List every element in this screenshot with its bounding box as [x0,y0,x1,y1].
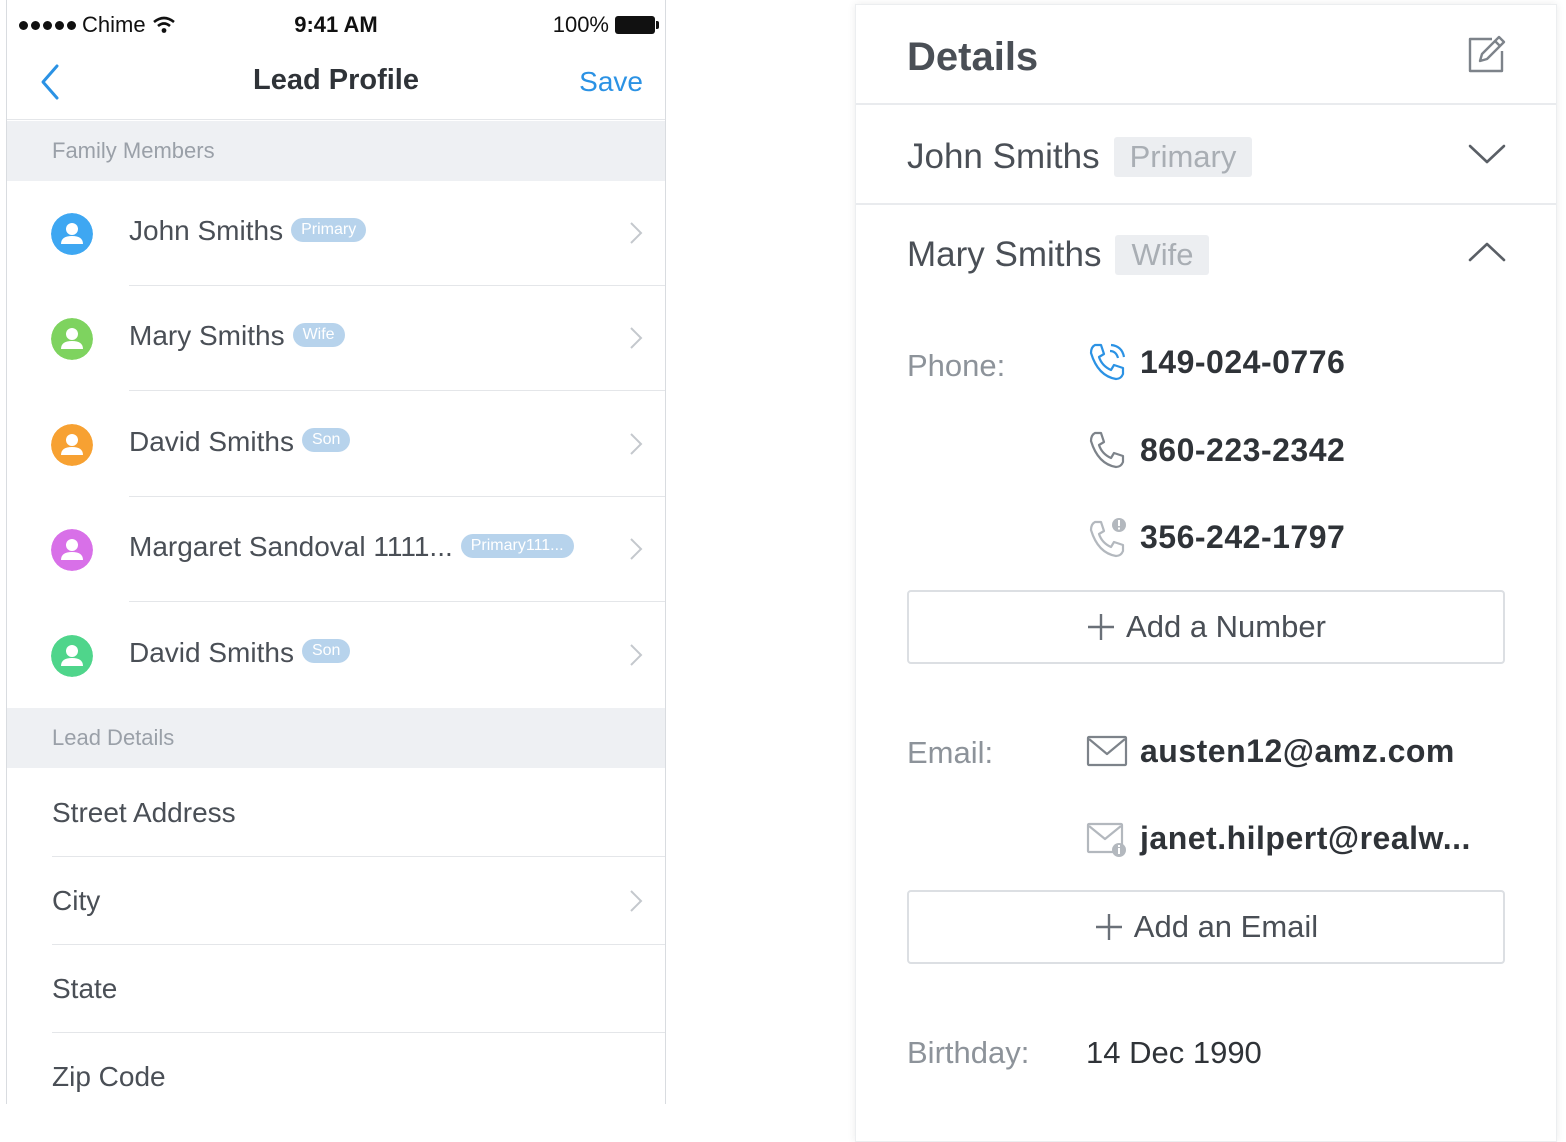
member-name: David Smiths Son [129,426,351,458]
details-title: Details [907,35,1039,79]
person-name: Mary Smiths Wife [907,234,1210,277]
person-tag: Primary [1113,136,1253,177]
add-email-label: Add an Email [1133,909,1319,944]
member-name: John Smiths Primary [129,215,367,247]
chevron-right-icon [629,326,643,350]
phone-entry[interactable]: 860-223-2342 [1086,429,1345,471]
avatar-icon [51,213,93,255]
phone-entry[interactable]: 149-024-0776 [1086,341,1345,383]
add-email-button[interactable]: Add an Email [907,890,1505,964]
chevron-right-icon [629,537,643,561]
phone-icon [1089,431,1125,469]
phone-entry[interactable]: 356-242-1797 [1086,516,1345,558]
chevron-right-icon [629,643,643,667]
lead-field-row[interactable]: City [7,857,665,945]
mail-alert-icon [1086,822,1126,857]
person-row-john[interactable]: John Smiths Primary [856,107,1556,205]
email-address: austen12@amz.com [1140,732,1455,769]
field-label: Zip Code [52,1061,166,1092]
field-label: City [52,885,101,916]
chevron-down-icon[interactable] [1468,143,1506,165]
field-label: Street Address [52,797,236,828]
field-label: State [52,973,118,1004]
member-tag: Son [301,428,351,453]
avatar-icon [51,423,93,466]
status-bar: Chime 9:41 AM 100% [7,0,665,50]
member-tag: Primary [291,217,367,242]
phone-calling-icon [1089,343,1126,381]
family-member-row[interactable]: David Smiths Son [7,603,665,708]
phone-number: 860-223-2342 [1140,431,1346,468]
phone-number: 149-024-0776 [1140,343,1346,380]
person-row-mary[interactable]: Mary Smiths Wife [856,205,1556,303]
birthday-label: Birthday: [907,1035,1030,1070]
avatar-icon [51,529,93,572]
add-number-button[interactable]: Add a Number [907,590,1505,664]
family-member-row[interactable]: Mary Smiths Wife [7,286,665,392]
birthday-value: 14 Dec 1990 [1086,1035,1262,1070]
chevron-right-icon [629,221,643,245]
page-title: Lead Profile [253,64,419,96]
chevron-up-icon[interactable] [1468,241,1506,263]
lead-field-row[interactable]: State [7,945,665,1033]
lead-field-row[interactable]: Street Address [7,769,665,857]
email-label: Email: [907,735,994,770]
email-address: janet.hilpert@realw... [1140,819,1471,856]
person-tag: Wife [1115,234,1210,275]
email-entry[interactable]: janet.hilpert@realw... [1086,817,1471,859]
phone-number: 356-242-1797 [1140,518,1346,555]
family-member-row[interactable]: Margaret Sandoval 1111... Primary111... [7,497,665,603]
plus-icon [1095,914,1122,940]
chevron-right-icon [629,432,643,456]
nav-bar: Lead Profile Save [7,50,665,120]
edit-icon[interactable] [1466,35,1506,75]
save-button[interactable]: Save [579,66,643,98]
person-name: John Smiths Primary [907,136,1253,179]
battery-percent: 100% [552,12,609,37]
details-panel: Details John Smiths Primary Mary Smiths Wi… [855,4,1557,1142]
status-right: 100% [552,12,659,38]
member-name: David Smiths Son [129,637,351,669]
mail-icon [1086,735,1128,767]
plus-icon [1088,614,1115,640]
member-tag: Primary111... [460,533,574,558]
lead-details-header: Lead Details [7,708,665,768]
member-tag: Son [301,639,351,664]
member-name: Mary Smiths Wife [129,320,345,352]
lead-profile-screen: Chime 9:41 AM 100% Lead Profile Save Fam… [6,0,666,1104]
family-member-row[interactable]: John Smiths Primary [7,181,665,286]
phone-label: Phone: [907,348,1006,383]
phone-alert-icon [1089,518,1126,558]
email-entry[interactable]: austen12@amz.com [1086,730,1455,772]
chevron-right-icon [629,889,643,913]
member-name: Margaret Sandoval 1111... Primary111... [129,531,574,563]
battery-icon [615,16,659,34]
family-members-header: Family Members [7,121,665,181]
lead-field-row[interactable]: Zip Code [7,1033,665,1104]
family-member-row[interactable]: David Smiths Son [7,392,665,497]
details-header: Details [856,5,1556,105]
add-number-label: Add a Number [1126,609,1326,644]
avatar-icon [51,634,93,677]
avatar-icon [51,318,93,361]
member-tag: Wife [292,323,345,347]
